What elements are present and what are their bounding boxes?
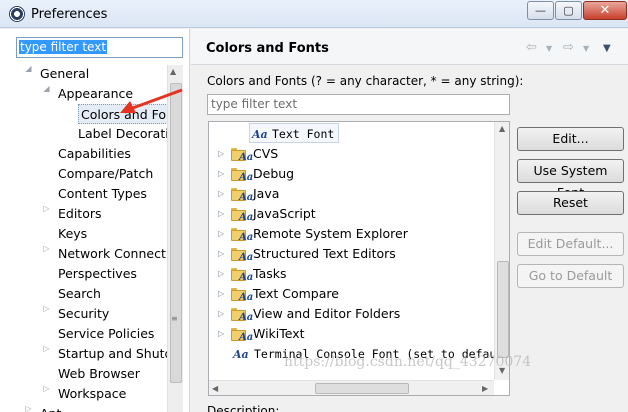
tree-item[interactable]: Label Decorations	[78, 124, 167, 144]
tree-expander-icon[interactable]: ▷	[24, 404, 33, 412]
edit-default-button[interactable]: Edit Default...	[517, 232, 624, 256]
tree-expander-icon[interactable]: ▷	[42, 304, 51, 324]
font-aa-icon: Aa	[239, 272, 254, 283]
font-aa-icon: Aa	[239, 232, 254, 243]
tree-item[interactable]: Network Connections	[58, 244, 167, 264]
item-label: WikiText	[253, 326, 305, 341]
use-system-font-button[interactable]: Use System Font	[517, 159, 624, 200]
item-label: View and Editor Folders	[253, 306, 401, 321]
tree-expander-icon[interactable]: ◢	[42, 84, 51, 104]
watermark-text: https://blog.csdn.net/qq_43270074	[284, 354, 532, 370]
item-label: Debug	[253, 166, 295, 181]
tree-item[interactable]: Ant	[40, 404, 61, 412]
font-aa-icon: Aa	[239, 192, 254, 203]
tree-item[interactable]: Content Types	[58, 184, 147, 204]
back-dropdown-icon[interactable]: ▼	[546, 44, 552, 53]
scroll-left-arrow-icon[interactable]: ◀	[212, 384, 218, 393]
forward-dropdown-icon[interactable]: ▼	[583, 44, 589, 53]
scroll-grip-icon: ≡	[171, 314, 178, 323]
tree-filter-input[interactable]: type filter text	[16, 37, 183, 58]
colors-filter-input[interactable]: type filter text	[207, 94, 510, 115]
item-label: Text Font	[272, 127, 335, 141]
font-aa-icon: Aa	[239, 252, 254, 263]
tree-item[interactable]: Service Policies	[58, 324, 154, 344]
page-title: Colors and Fonts	[206, 41, 329, 56]
tree-item[interactable]: Capabilities	[58, 144, 131, 164]
edit-button[interactable]: Edit...	[517, 127, 624, 151]
font-aa-icon: Aa	[239, 292, 254, 303]
tree-expander-icon[interactable]: ▷	[42, 344, 51, 364]
item-label: Remote System Explorer	[253, 226, 408, 241]
page-header: Colors and Fonts ⇦ ▼ ⇨ ▼ ▼	[191, 29, 628, 65]
tree-item[interactable]: Security	[58, 304, 109, 324]
tree-expander-icon[interactable]: ◢	[24, 64, 33, 84]
tree-expander-icon[interactable]: ▷	[42, 244, 51, 264]
preferences-tree-panel: type filter text ◢ General ◢ Appearance Colo…	[0, 29, 190, 412]
font-aa-icon: Aa	[239, 212, 254, 223]
forward-arrow-icon[interactable]: ⇨	[563, 40, 574, 55]
tree-item[interactable]: Compare/Patch	[58, 164, 153, 184]
item-label: CVS	[253, 146, 279, 161]
font-aa-icon: Aa	[239, 312, 254, 323]
tree-expander-icon[interactable]: ▷	[218, 184, 226, 204]
tree-expander-icon[interactable]: ▷	[218, 224, 226, 244]
font-aa-icon: Aa	[252, 128, 268, 141]
item-label: Java	[253, 186, 280, 201]
tree-expander-icon[interactable]: ▷	[218, 304, 226, 324]
filter-description: Colors and Fonts (? = any character, * =…	[207, 74, 524, 88]
tree-scrollbar-thumb[interactable]	[170, 83, 182, 383]
tree-item[interactable]: Workspace	[58, 384, 126, 404]
tree-item[interactable]: General	[40, 64, 89, 84]
eclipse-app-icon	[9, 6, 25, 22]
list-vertical-scrollbar[interactable]: ▲ ▼	[494, 122, 509, 380]
item-label: Structured Text Editors	[253, 246, 396, 261]
tree-expander-icon[interactable]: ▷	[218, 324, 226, 344]
tree-expander-icon[interactable]: ▷	[218, 164, 226, 184]
list-horizontal-scrollbar[interactable]: ◀ ▶	[209, 380, 494, 395]
font-aa-icon: Aa	[233, 348, 249, 361]
tree-expander-icon[interactable]: ▷	[218, 204, 226, 224]
maximize-button[interactable]: ▢	[555, 1, 582, 20]
font-aa-icon: Aa	[239, 152, 254, 163]
view-menu-icon[interactable]: ▼	[603, 43, 611, 54]
scroll-up-arrow-icon[interactable]: ▲	[499, 124, 505, 133]
tree-expander-icon[interactable]: ▷	[218, 284, 226, 304]
back-arrow-icon[interactable]: ⇦	[526, 40, 537, 55]
tree-expander-icon[interactable]: ▷	[218, 264, 226, 284]
list-vscroll-thumb[interactable]	[497, 261, 509, 358]
tree-item[interactable]: Web Browser	[58, 364, 140, 384]
tree-item[interactable]: Perspectives	[58, 264, 137, 284]
tree-expander-icon[interactable]: ▷	[42, 204, 51, 224]
tree-expander-icon[interactable]: ▷	[218, 244, 226, 264]
item-label: Tasks	[253, 266, 287, 281]
tree-expander-icon[interactable]: ▷	[42, 384, 51, 404]
scroll-right-arrow-icon[interactable]: ▶	[482, 384, 488, 393]
tree-filter-text: type filter text	[19, 40, 108, 54]
reset-button[interactable]: Reset	[517, 191, 624, 215]
title-bar: Preferences — ▢ ✕	[0, 0, 628, 28]
color-font-item[interactable]: Aa Text Font	[249, 123, 339, 143]
tree-item[interactable]: Keys	[58, 224, 87, 244]
tree-item[interactable]: Search	[58, 284, 101, 304]
red-annotation-arrow-icon	[120, 88, 183, 113]
tree-item[interactable]: Editors	[58, 204, 102, 224]
tree-item[interactable]: Startup and Shutdown	[58, 344, 167, 364]
item-label: JavaScript	[253, 206, 316, 221]
go-to-default-button[interactable]: Go to Default	[517, 264, 624, 288]
minimize-button[interactable]: —	[527, 1, 554, 20]
tree-expander-icon[interactable]: ▷	[218, 144, 226, 164]
list-hscroll-thumb[interactable]	[315, 383, 409, 394]
item-label: Text Compare	[253, 286, 339, 301]
window-title: Preferences	[31, 7, 108, 22]
tree-scrollbar[interactable]: ▲ ≡	[167, 65, 183, 412]
font-aa-icon: Aa	[239, 172, 254, 183]
description-label: Description:	[207, 404, 280, 412]
scroll-up-arrow-icon[interactable]: ▲	[170, 67, 176, 76]
close-button[interactable]: ✕	[583, 1, 627, 20]
